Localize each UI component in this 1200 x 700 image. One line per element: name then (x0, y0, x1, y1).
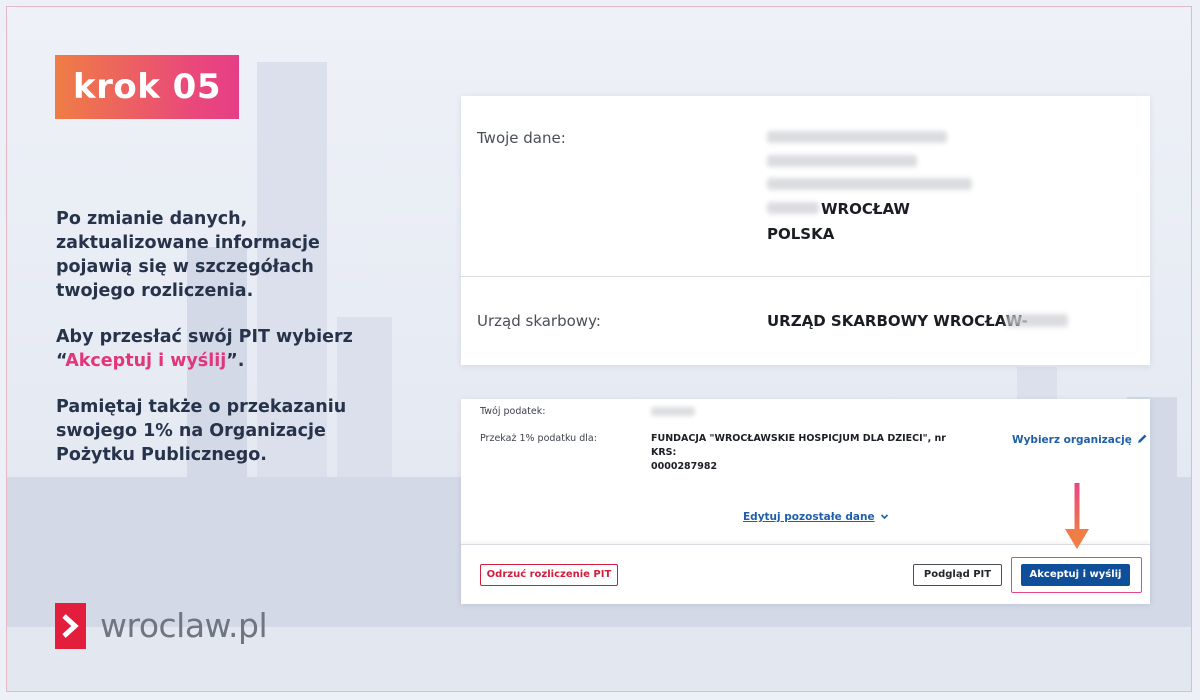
redacted-address (767, 178, 972, 190)
intro-accept-highlight: Akceptuj i wyślij (65, 351, 227, 371)
donation-krs-number: 0000287982 (651, 461, 718, 472)
intro-paragraph-3: Pamiętaj także o przekazaniu swojego 1% … (56, 397, 347, 465)
choose-organization-label: Wybierz organizację (1012, 434, 1132, 446)
intro-text: Po zmianie danych, zaktualizowane inform… (56, 207, 376, 489)
pencil-icon (1137, 433, 1148, 447)
intro-paragraph-1: Po zmianie danych, zaktualizowane inform… (56, 209, 320, 301)
donation-label: Przekaż 1% podatku dla: (480, 433, 597, 444)
redacted-postcode (767, 202, 819, 214)
reject-pit-button[interactable]: Odrzuć rozliczenie PIT (480, 564, 618, 586)
wroclaw-logo[interactable]: wroclaw.pl (55, 603, 268, 649)
accept-button-highlight (1011, 557, 1142, 593)
tax-office-label: Urząd skarbowy: (477, 312, 601, 330)
choose-organization-link[interactable]: Wybierz organizację (1012, 433, 1148, 447)
your-tax-label: Twój podatek: (480, 406, 546, 417)
logo-text: wroclaw.pl (100, 606, 268, 645)
redacted-tax-amount (651, 407, 695, 416)
personal-data-card: Twoje dane: WROCŁAW POLSKA Urząd skarbow… (461, 96, 1150, 365)
donation-value: FUNDACJA "WROCŁAWSKIE HOSPICJUM DLA DZIE… (651, 432, 951, 474)
intro-paragraph-2-suffix: ”. (226, 351, 245, 371)
tax-office-value: URZĄD SKARBOWY WROCŁAW- (767, 312, 1028, 330)
your-data-label: Twoje dane: (477, 129, 566, 147)
redacted-tax-office (1006, 314, 1068, 327)
city-value: WROCŁAW (821, 200, 910, 218)
intro-paragraph-2: Aby przesłać swój PIT wybierz “Akceptuj … (56, 325, 376, 373)
tax-office-row: Urząd skarbowy: URZĄD SKARBOWY WROCŁAW- (461, 277, 1150, 365)
edit-other-data-label: Edytuj pozostałe dane (743, 511, 875, 523)
donation-org-name: FUNDACJA "WROCŁAWSKIE HOSPICJUM DLA DZIE… (651, 433, 946, 458)
edit-other-data-link[interactable]: Edytuj pozostałe dane (743, 511, 889, 523)
country-value: POLSKA (767, 225, 835, 243)
redacted-name (767, 131, 947, 143)
redacted-line (767, 155, 917, 167)
step-badge: krok 05 (55, 55, 239, 119)
arrow-down-icon (1065, 483, 1089, 555)
preview-pit-button[interactable]: Podgląd PIT (913, 564, 1002, 586)
your-data-row: Twoje dane: WROCŁAW POLSKA (461, 96, 1150, 277)
chevron-down-icon (880, 511, 889, 523)
chevron-right-icon (55, 603, 86, 649)
